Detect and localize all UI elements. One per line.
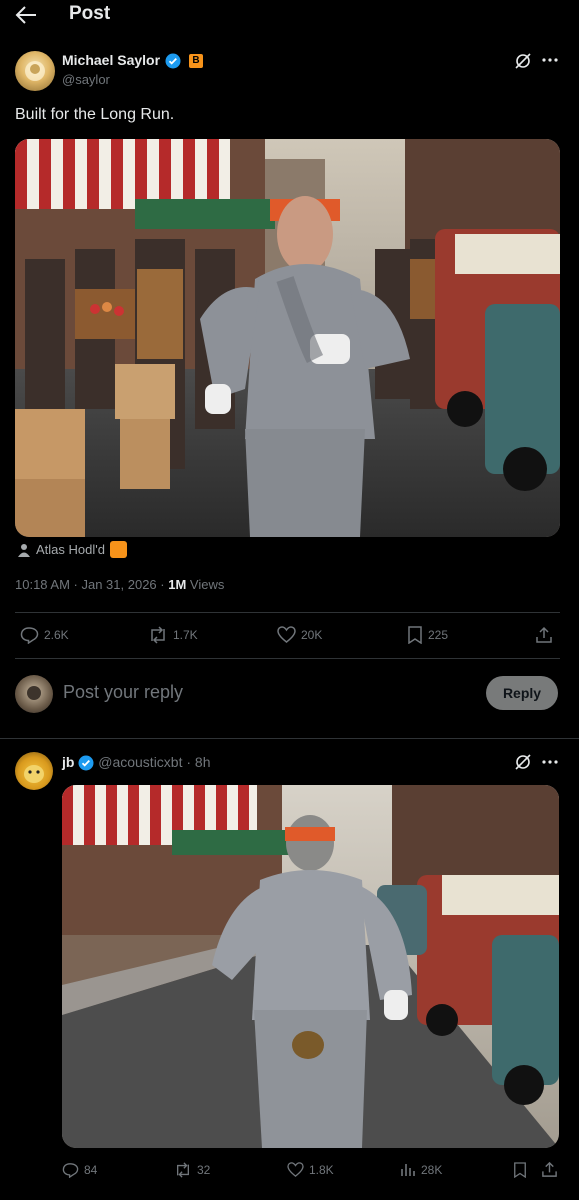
repost-count: 32 <box>197 1163 211 1177</box>
bitcoin-badge-icon: B <box>188 53 203 68</box>
bookmark-count: 225 <box>428 628 449 642</box>
divider <box>15 658 560 659</box>
person-icon <box>18 543 30 557</box>
views-label: Views <box>186 577 225 592</box>
share-icon[interactable] <box>541 1161 558 1178</box>
like-count: 1.8K <box>309 1162 334 1177</box>
reply-author-line: jb @acousticxbt · 8h <box>62 754 211 771</box>
reply-author-avatar[interactable] <box>15 752 53 790</box>
like-action[interactable]: 1.8K <box>287 1162 334 1177</box>
avatar-art <box>27 686 41 700</box>
top-bar: Post <box>0 0 579 30</box>
page-title: Post <box>69 3 111 24</box>
reply-action[interactable]: 2.6K <box>20 626 69 644</box>
reply-action[interactable]: 84 <box>62 1162 97 1178</box>
divider <box>15 612 560 613</box>
heart-icon <box>277 626 296 643</box>
avatar-art <box>25 61 45 81</box>
grok-icon[interactable] <box>514 52 532 70</box>
author-avatar[interactable] <box>15 51 55 91</box>
back-arrow-icon[interactable] <box>14 4 38 26</box>
views-count: 28K <box>421 1162 443 1177</box>
reply-count: 2.6K <box>44 628 69 642</box>
bookmark-action[interactable]: 225 <box>407 626 448 644</box>
credit-name: Atlas Hodl'd <box>36 542 105 557</box>
analytics-icon <box>401 1164 415 1176</box>
like-count: 20K <box>301 627 323 642</box>
share-icon[interactable] <box>535 626 553 644</box>
more-options-icon[interactable] <box>541 759 559 765</box>
repost-icon <box>151 626 165 644</box>
reply-age: · 8h <box>186 754 211 770</box>
author-block: Michael Saylor B @saylor <box>62 52 203 87</box>
reply-input[interactable]: Post your reply <box>63 682 183 703</box>
repost-icon <box>177 1162 189 1178</box>
reply-author-name[interactable]: jb <box>62 754 74 770</box>
my-avatar[interactable] <box>15 675 53 713</box>
reply-author-handle[interactable]: @acousticxbt <box>98 754 182 770</box>
reply-icon <box>62 1163 79 1178</box>
divider <box>0 738 579 739</box>
running-man-back-photo <box>62 785 559 1148</box>
bitcoin-square-icon <box>109 541 127 558</box>
grok-icon[interactable] <box>514 753 532 771</box>
reply-icon <box>20 627 39 644</box>
post-image[interactable] <box>15 139 560 537</box>
views-count: 1M <box>168 577 187 592</box>
image-credit[interactable]: Atlas Hodl'd <box>17 541 127 558</box>
reply-image[interactable] <box>62 785 559 1148</box>
verified-badge-icon <box>78 755 94 771</box>
views-action[interactable]: 28K <box>400 1162 442 1177</box>
avatar-art <box>24 765 44 783</box>
more-options-icon[interactable] <box>541 57 559 63</box>
reply-count: 84 <box>84 1163 98 1177</box>
author-name[interactable]: Michael Saylor <box>62 52 160 68</box>
like-action[interactable]: 20K <box>277 626 322 643</box>
repost-action[interactable]: 1.7K <box>148 626 198 644</box>
running-man-photo <box>15 139 560 537</box>
repost-count: 1.7K <box>173 628 198 642</box>
bookmark-icon[interactable] <box>513 1162 527 1178</box>
heart-icon <box>287 1162 304 1177</box>
post-meta: 10:18 AM · Jan 31, 2026 · 1M Views <box>15 577 224 592</box>
verified-badge-icon <box>165 53 180 69</box>
post-timestamp[interactable]: 10:18 AM · Jan 31, 2026 · <box>15 577 168 592</box>
reply-button[interactable]: Reply <box>486 676 558 710</box>
bookmark-icon <box>408 626 422 644</box>
author-handle[interactable]: @saylor <box>62 72 203 87</box>
repost-action[interactable]: 32 <box>174 1162 210 1178</box>
post-text: Built for the Long Run. <box>15 106 175 123</box>
